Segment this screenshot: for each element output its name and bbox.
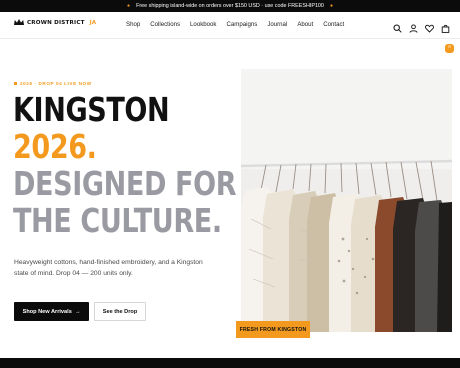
main-nav: Shop Collections Lookbook Campaigns Jour… — [126, 21, 354, 28]
hero-headline: KINGSTON 2026. DESIGNED FOR THE CULTURE. — [13, 90, 237, 240]
fresh-from-kingston-badge: FRESH FROM KINGSTON — [236, 321, 310, 338]
shop-new-arrivals-label: Shop New Arrivals — [22, 308, 72, 315]
headline-line-4: THE CULTURE. — [13, 201, 222, 240]
nav-lookbook[interactable]: Lookbook — [190, 21, 216, 28]
nav-journal[interactable]: Journal — [267, 21, 287, 28]
brand-logo[interactable]: CROWN DISTRICT JA — [14, 19, 96, 26]
site-header: CROWN DISTRICT JA Shop Collections Lookb… — [0, 12, 460, 53]
announcement-text: Free shipping island-wide on orders over… — [136, 3, 324, 9]
eyebrow-text: 2026 · DROP 04 LIVE NOW — [20, 81, 92, 86]
search-icon[interactable] — [393, 20, 402, 33]
headline-line-2: 2026. — [13, 127, 97, 166]
arrow-right-icon: → — [74, 308, 81, 315]
nav-about[interactable]: About — [297, 21, 313, 28]
crown-icon — [14, 19, 24, 25]
nav-campaigns[interactable]: Campaigns — [226, 21, 257, 28]
user-icon[interactable] — [409, 20, 418, 33]
nav-contact[interactable]: Contact — [323, 21, 344, 28]
announcement-dot-left: ● — [127, 3, 131, 9]
announcement-bar: ● Free shipping island-wide on orders ov… — [0, 0, 460, 12]
header-icons: 0 — [393, 20, 454, 53]
nav-shop[interactable]: Shop — [126, 21, 140, 28]
cart-count-badge: 0 — [445, 44, 454, 53]
eyebrow-bullet — [14, 82, 17, 85]
hero-eyebrow: 2026 · DROP 04 LIVE NOW — [14, 81, 92, 86]
headline-line-3: DESIGNED FOR — [13, 164, 237, 203]
see-the-drop-button[interactable]: See the Drop — [94, 302, 146, 321]
hero-image-clothing-rack — [241, 69, 452, 332]
headline-line-1: KINGSTON — [13, 90, 170, 129]
heart-icon[interactable] — [425, 20, 434, 33]
see-the-drop-label: See the Drop — [102, 308, 138, 315]
shop-new-arrivals-button[interactable]: Shop New Arrivals → — [14, 302, 89, 321]
nav-collections[interactable]: Collections — [150, 21, 180, 28]
footer-strip — [0, 358, 460, 368]
hero-description: Heavyweight cottons, hand-finished embro… — [14, 259, 203, 278]
brand-suffix: JA — [89, 19, 97, 26]
announcement-dot-right: ● — [329, 3, 333, 9]
brand-name: CROWN DISTRICT — [27, 19, 85, 26]
bag-icon[interactable]: 0 — [441, 20, 454, 53]
